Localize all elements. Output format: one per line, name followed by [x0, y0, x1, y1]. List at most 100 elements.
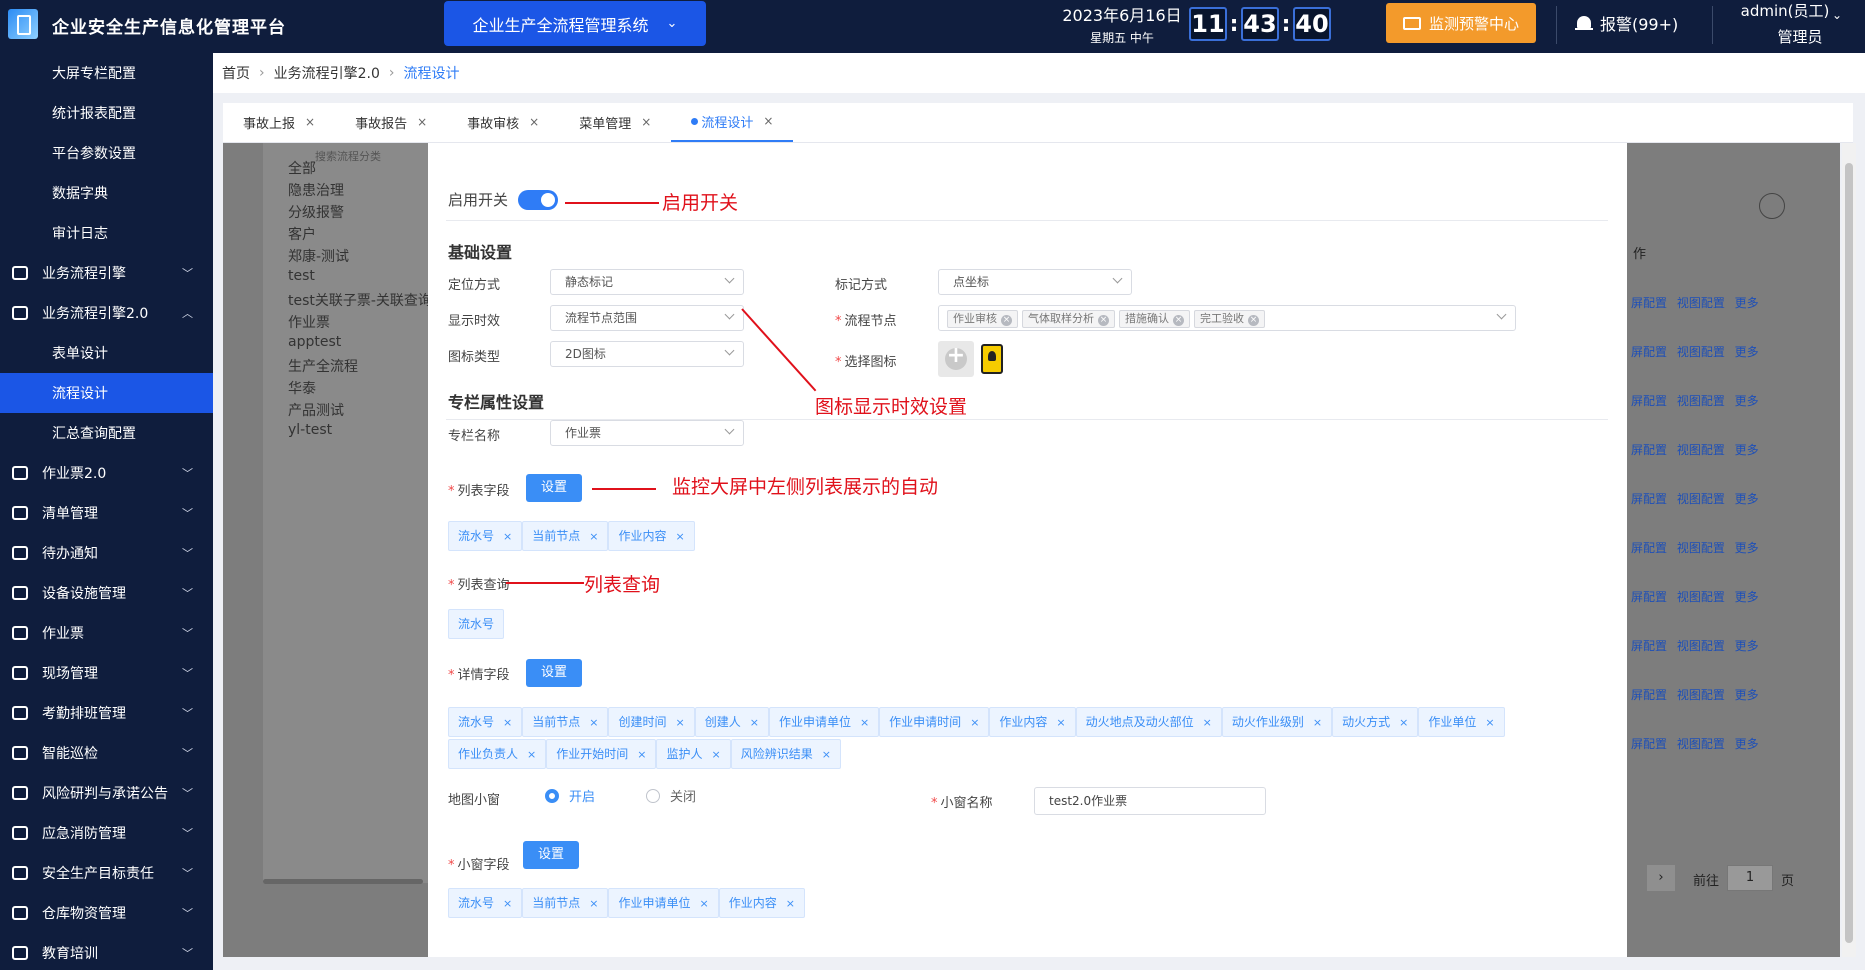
- close-icon[interactable]: ×: [763, 114, 773, 128]
- map-window-radio-on[interactable]: 开启: [545, 786, 595, 805]
- close-icon[interactable]: ×: [589, 716, 598, 729]
- sidebar-item[interactable]: 作业票2.0 ﹀: [0, 453, 213, 493]
- sidebar-item[interactable]: 汇总查询配置: [0, 413, 213, 453]
- table-row-actions[interactable]: 屏配置 视图配置 更多: [1631, 637, 1759, 654]
- sidebar-item[interactable]: 审计日志: [0, 213, 213, 253]
- system-switch-dropdown[interactable]: 企业生产全流程管理系统 ⌄: [444, 1, 706, 46]
- sidebar-item[interactable]: 数据字典: [0, 173, 213, 213]
- search-icon[interactable]: [1759, 193, 1785, 219]
- sidebar-item[interactable]: 设备设施管理 ﹀: [0, 573, 213, 613]
- list-field-set-button[interactable]: 设置: [526, 474, 582, 502]
- window-field-set-button[interactable]: 设置: [523, 841, 579, 869]
- category-scrollbar[interactable]: [263, 879, 423, 884]
- close-icon[interactable]: ×: [1203, 716, 1212, 729]
- alarm-button[interactable]: 报警(99+): [1575, 11, 1678, 35]
- category-item[interactable]: 客户: [288, 224, 316, 244]
- category-item[interactable]: 生产全流程: [288, 356, 358, 376]
- window-name-input[interactable]: test2.0作业票: [1034, 787, 1266, 815]
- page-scrollbar[interactable]: [1842, 143, 1856, 957]
- close-icon[interactable]: ×: [750, 716, 759, 729]
- table-row-actions[interactable]: 屏配置 视图配置 更多: [1631, 735, 1759, 752]
- table-row-actions[interactable]: 屏配置 视图配置 更多: [1631, 588, 1759, 605]
- table-row-actions[interactable]: 屏配置 视图配置 更多: [1631, 539, 1759, 556]
- map-window-radio-off[interactable]: 关闭: [646, 786, 696, 805]
- close-icon[interactable]: ×: [527, 748, 536, 761]
- close-icon[interactable]: ×: [1001, 315, 1012, 326]
- category-item[interactable]: 分级报警: [288, 202, 344, 222]
- table-row-actions[interactable]: 屏配置 视图配置 更多: [1631, 490, 1759, 507]
- pager-goto-input[interactable]: 1: [1727, 865, 1773, 891]
- close-icon[interactable]: ×: [1313, 716, 1322, 729]
- category-item[interactable]: 华泰: [288, 378, 316, 398]
- sidebar-item[interactable]: 作业票 ﹀: [0, 613, 213, 653]
- category-item[interactable]: 产品测试: [288, 400, 344, 420]
- detail-field-set-button[interactable]: 设置: [526, 659, 582, 687]
- close-icon[interactable]: ×: [305, 115, 315, 129]
- sidebar-item[interactable]: 仓库物资管理 ﹀: [0, 893, 213, 933]
- category-item[interactable]: apptest: [288, 334, 341, 350]
- category-item[interactable]: 隐患治理: [288, 180, 344, 200]
- close-icon[interactable]: ×: [970, 716, 979, 729]
- enable-switch[interactable]: [518, 190, 558, 210]
- sidebar-item[interactable]: 考勤排班管理 ﹀: [0, 693, 213, 733]
- category-item[interactable]: 郑康-测试: [288, 246, 349, 266]
- close-icon[interactable]: ×: [503, 897, 512, 910]
- tab[interactable]: 事故报告 ×: [335, 102, 447, 142]
- close-icon[interactable]: ×: [822, 748, 831, 761]
- sidebar-item[interactable]: 平台参数设置: [0, 133, 213, 173]
- sidebar-item[interactable]: 业务流程引擎2.0 ︿: [0, 293, 213, 333]
- sidebar-item[interactable]: 清单管理 ﹀: [0, 493, 213, 533]
- sidebar-item[interactable]: 表单设计: [0, 333, 213, 373]
- sidebar-item[interactable]: 风险研判与承诺公告 ﹀: [0, 773, 213, 813]
- close-icon[interactable]: ×: [711, 748, 720, 761]
- flow-node-multiselect[interactable]: 作业审核 × 气体取样分析 × 措施确认 × 完工验收 ×: [938, 305, 1516, 331]
- close-icon[interactable]: ×: [1248, 315, 1259, 326]
- user-menu[interactable]: admin(员工) 管理员 ⌄: [1720, 0, 1850, 47]
- table-row-actions[interactable]: 屏配置 视图配置 更多: [1631, 686, 1759, 703]
- close-icon[interactable]: ×: [1098, 315, 1109, 326]
- sidebar-item[interactable]: 教育培训 ﹀: [0, 933, 213, 970]
- sidebar-item[interactable]: 业务流程引擎 ﹀: [0, 253, 213, 293]
- worker-marker-icon[interactable]: [981, 344, 1003, 374]
- sidebar-item[interactable]: 应急消防管理 ﹀: [0, 813, 213, 853]
- close-icon[interactable]: ×: [417, 115, 427, 129]
- locate-method-select[interactable]: 静态标记: [550, 269, 744, 295]
- sidebar-item[interactable]: 安全生产目标责任 ﹀: [0, 853, 213, 893]
- category-item[interactable]: test: [288, 268, 315, 284]
- close-icon[interactable]: ×: [860, 716, 869, 729]
- scrollbar-thumb[interactable]: [1845, 163, 1853, 943]
- close-icon[interactable]: ×: [529, 115, 539, 129]
- close-icon[interactable]: ×: [503, 716, 512, 729]
- column-name-select[interactable]: 作业票: [550, 420, 744, 446]
- category-item[interactable]: test关联子票-关联查询: [288, 290, 432, 310]
- pager-next-button[interactable]: ›: [1647, 865, 1675, 891]
- close-icon[interactable]: ×: [786, 897, 795, 910]
- breadcrumb-home[interactable]: 首页: [222, 63, 250, 83]
- table-row-actions[interactable]: 屏配置 视图配置 更多: [1631, 392, 1759, 409]
- close-icon[interactable]: ×: [503, 530, 512, 543]
- category-item[interactable]: 全部: [288, 158, 316, 178]
- close-icon[interactable]: ×: [699, 897, 708, 910]
- add-icon-button[interactable]: [938, 341, 974, 377]
- close-icon[interactable]: ×: [675, 716, 684, 729]
- close-icon[interactable]: ×: [1056, 716, 1065, 729]
- category-item[interactable]: 作业票: [288, 312, 330, 332]
- close-icon[interactable]: ×: [589, 897, 598, 910]
- sidebar-item[interactable]: 统计报表配置: [0, 93, 213, 133]
- close-icon[interactable]: ×: [641, 115, 651, 129]
- tab[interactable]: 菜单管理 ×: [559, 102, 671, 142]
- table-row-actions[interactable]: 屏配置 视图配置 更多: [1631, 441, 1759, 458]
- tab[interactable]: 事故上报 ×: [223, 102, 335, 142]
- monitor-center-button[interactable]: 监测预警中心: [1386, 3, 1536, 43]
- close-icon[interactable]: ×: [589, 530, 598, 543]
- mark-method-select[interactable]: 点坐标: [938, 269, 1132, 295]
- sidebar-item[interactable]: 智能巡检 ﹀: [0, 733, 213, 773]
- display-period-select[interactable]: 流程节点范围: [550, 305, 744, 331]
- icon-type-select[interactable]: 2D图标: [550, 341, 744, 367]
- category-item[interactable]: yl-test: [288, 422, 332, 438]
- close-icon[interactable]: ×: [637, 748, 646, 761]
- category-search-input[interactable]: 搜索流程分类: [315, 148, 381, 164]
- table-row-actions[interactable]: 屏配置 视图配置 更多: [1631, 343, 1759, 360]
- table-row-actions[interactable]: 屏配置 视图配置 更多: [1631, 294, 1759, 311]
- sidebar-item[interactable]: 待办通知 ﹀: [0, 533, 213, 573]
